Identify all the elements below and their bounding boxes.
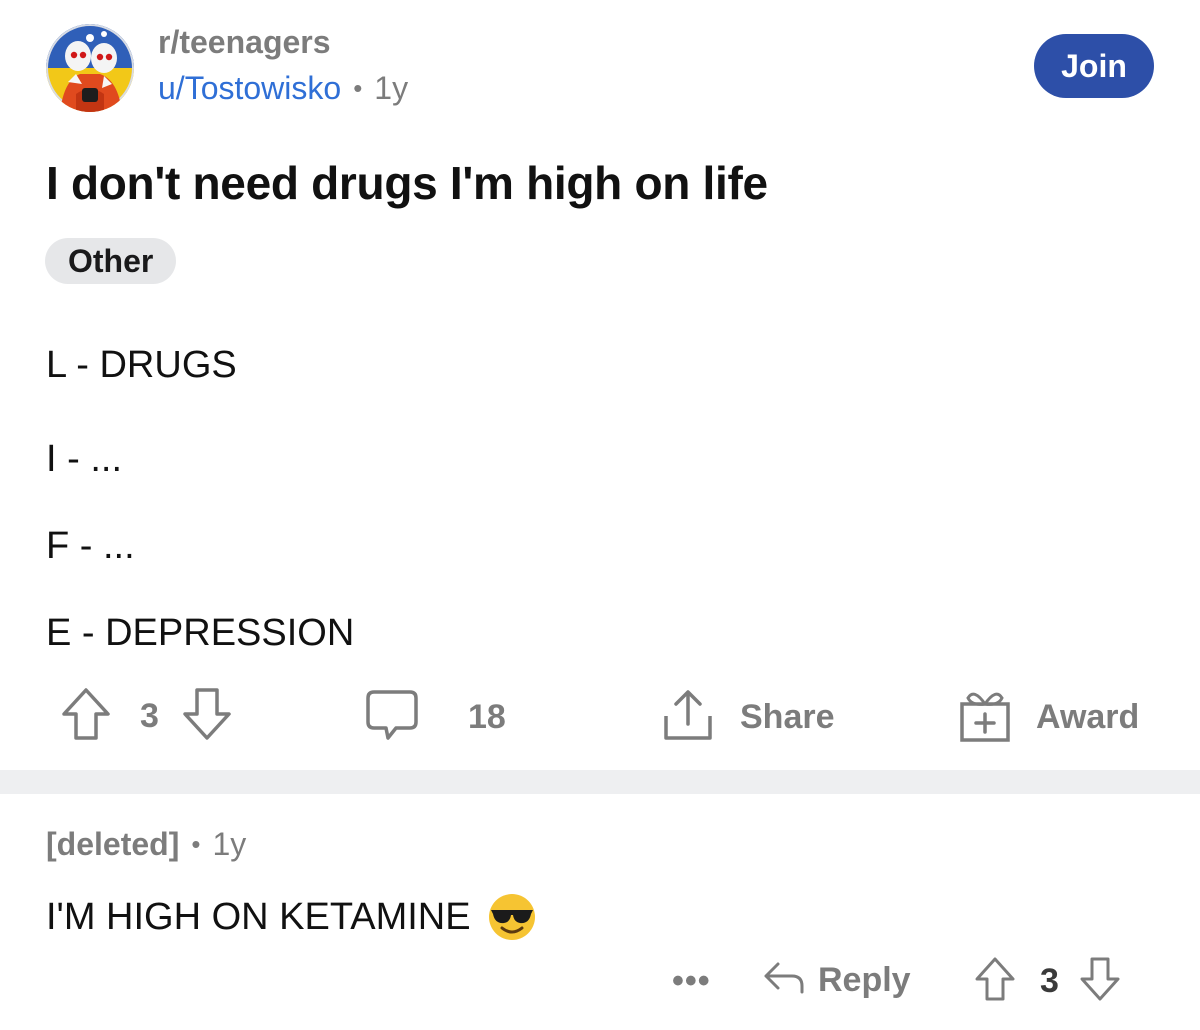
subreddit-avatar-image: [46, 24, 134, 112]
award-label: Award: [1036, 698, 1140, 736]
post-vote-count: 3: [140, 697, 159, 735]
subreddit-name[interactable]: r/teenagers: [158, 24, 331, 61]
more-options-button[interactable]: •••: [672, 962, 711, 1001]
reply-label: Reply: [818, 961, 911, 999]
post-author-link[interactable]: u/Tostowisko: [158, 70, 341, 107]
post-body-line: I - ...: [46, 438, 122, 480]
share-label: Share: [740, 698, 835, 736]
post-card: r/teenagers u/Tostowisko • 1y Join I don…: [0, 0, 1200, 770]
comments-button[interactable]: 18: [364, 686, 506, 749]
comment-body: I'M HIGH ON KETAMINE: [46, 892, 537, 942]
comment-bubble-icon: [364, 686, 420, 749]
subreddit-avatar[interactable]: [46, 24, 134, 112]
post-meta: u/Tostowisko • 1y: [158, 70, 408, 107]
comment-item: [deleted] • 1y I'M HIGH ON KETAMINE ••• …: [0, 794, 1200, 1030]
downvote-icon[interactable]: [181, 686, 233, 747]
comment-meta: [deleted] • 1y: [46, 826, 246, 863]
gift-icon: [956, 686, 1014, 749]
comment-action-bar: ••• Reply 3: [0, 954, 1200, 1014]
comment-count: 18: [468, 698, 506, 736]
reply-button[interactable]: Reply: [762, 958, 911, 1003]
join-button[interactable]: Join: [1034, 34, 1154, 98]
downvote-icon[interactable]: [1079, 956, 1121, 1007]
post-body-line: L - DRUGS: [46, 344, 237, 386]
comment-age: 1y: [212, 826, 247, 862]
vote-group: 3: [60, 686, 233, 747]
section-divider: [0, 770, 1200, 794]
upvote-icon[interactable]: [974, 956, 1016, 1007]
upvote-icon[interactable]: [60, 686, 112, 747]
share-button[interactable]: Share: [660, 686, 835, 749]
smiling-face-with-sunglasses-icon: [487, 892, 537, 942]
post-age: 1y: [374, 70, 409, 106]
post-body-line: F - ...: [46, 525, 135, 567]
award-button[interactable]: Award: [956, 686, 1139, 749]
reply-arrow-icon: [762, 958, 806, 1003]
comment-text: I'M HIGH ON KETAMINE: [46, 895, 471, 938]
meta-separator: •: [353, 73, 363, 103]
comment-author: [deleted]: [46, 826, 180, 862]
share-icon: [660, 686, 716, 749]
comment-vote-group: 3: [974, 956, 1121, 1007]
comment-vote-count: 3: [1040, 962, 1059, 1000]
post-body-line: E - DEPRESSION: [46, 612, 355, 654]
post-title[interactable]: I don't need drugs I'm high on life: [46, 156, 768, 210]
meta-separator: •: [191, 829, 201, 859]
post-flair[interactable]: Other: [45, 238, 177, 284]
post-action-bar: 3 18 Share Award: [0, 680, 1200, 750]
